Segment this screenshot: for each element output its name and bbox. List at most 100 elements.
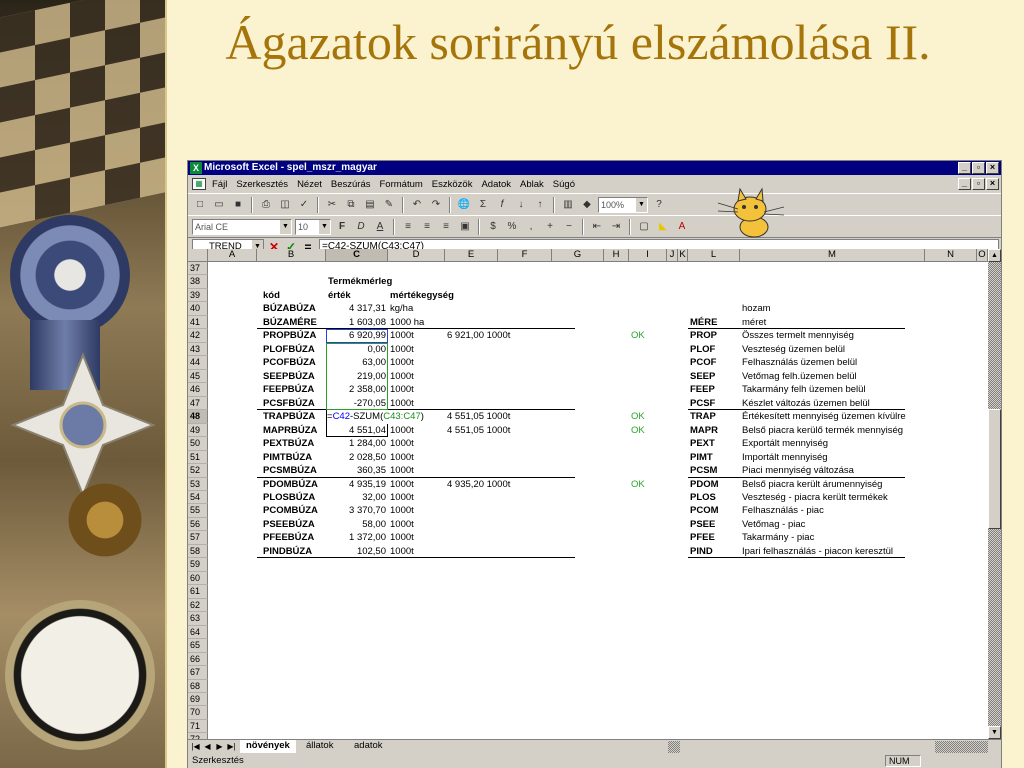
- cell-l42[interactable]: PROP: [690, 329, 738, 342]
- next-sheet-icon[interactable]: ▶: [214, 741, 225, 753]
- cell-d50[interactable]: 1000t: [390, 437, 507, 450]
- first-sheet-icon[interactable]: |◀: [190, 741, 201, 753]
- cell-m47[interactable]: Készlet változás üzemen belül: [742, 397, 987, 410]
- align-center-icon[interactable]: ≡: [419, 219, 435, 235]
- row-header[interactable]: 69: [188, 693, 208, 707]
- row-header[interactable]: 71: [188, 719, 208, 734]
- cell-c54[interactable]: 32,00: [328, 491, 386, 504]
- scroll-thumb[interactable]: [988, 409, 1001, 529]
- chart-icon[interactable]: ▥: [560, 197, 576, 213]
- cell-b54[interactable]: PLOSBÚZA: [263, 491, 328, 504]
- menu-edit[interactable]: Szerkesztés: [236, 179, 288, 190]
- document-icon[interactable]: ▦: [192, 178, 206, 190]
- row-header[interactable]: 65: [188, 639, 208, 653]
- cell-b48[interactable]: TRAPBÚZA: [263, 410, 328, 423]
- cell-l44[interactable]: PCOF: [690, 356, 738, 369]
- cell-m42[interactable]: Összes termelt mennyiség: [742, 329, 987, 342]
- cell-m46[interactable]: Takarmány felh üzemen belül: [742, 383, 987, 396]
- column-header-a[interactable]: A: [208, 249, 257, 262]
- open-icon[interactable]: ▭: [211, 197, 227, 213]
- chevron-down-icon[interactable]: ▼: [280, 219, 291, 234]
- row-header[interactable]: 67: [188, 666, 208, 680]
- cell-d54[interactable]: 1000t: [390, 491, 507, 504]
- cell-m43[interactable]: Veszteség üzemen belül: [742, 343, 987, 356]
- borders-icon[interactable]: ▢: [636, 219, 652, 235]
- cell-b41[interactable]: BÚZAMÉRE: [263, 316, 328, 329]
- cell-b45[interactable]: SEEPBÚZA: [263, 370, 328, 383]
- cell-c56[interactable]: 58,00: [328, 518, 386, 531]
- row-header[interactable]: 40: [188, 302, 208, 316]
- prev-sheet-icon[interactable]: ◀: [202, 741, 213, 753]
- menu-view[interactable]: Nézet: [297, 179, 322, 190]
- autosum-icon[interactable]: Σ: [475, 197, 491, 213]
- format-painter-icon[interactable]: ✎: [381, 197, 397, 213]
- cell-d55[interactable]: 1000t: [390, 504, 507, 517]
- row-header[interactable]: 70: [188, 706, 208, 720]
- cell-b51[interactable]: PIMTBÚZA: [263, 451, 328, 464]
- excel-app-icon[interactable]: X: [190, 162, 202, 174]
- scroll-up-icon[interactable]: ▲: [988, 249, 1001, 262]
- cell-m45[interactable]: Vetőmag felh.üzemen belül: [742, 370, 987, 383]
- row-header[interactable]: 45: [188, 369, 208, 384]
- fill-color-icon[interactable]: ◣: [655, 219, 671, 235]
- cell-m54[interactable]: Veszteség - piacra került termékek: [742, 491, 987, 504]
- redo-icon[interactable]: ↷: [428, 197, 444, 213]
- row-header[interactable]: 52: [188, 464, 208, 478]
- cell-d44[interactable]: 1000t: [390, 356, 507, 369]
- column-header-l[interactable]: L: [688, 249, 740, 262]
- cell-b46[interactable]: FEEPBÚZA: [263, 383, 328, 396]
- column-header-g[interactable]: G: [552, 249, 604, 262]
- row-header[interactable]: 41: [188, 315, 208, 330]
- cell-d51[interactable]: 1000t: [390, 451, 507, 464]
- row-header[interactable]: 39: [188, 288, 208, 303]
- menu-tools[interactable]: Eszközök: [432, 179, 473, 190]
- merge-center-icon[interactable]: ▣: [457, 219, 473, 235]
- zoom-select[interactable]: 100% ▼: [598, 196, 648, 213]
- cell-l50[interactable]: PEXT: [690, 437, 738, 450]
- cell-b42[interactable]: PROPBÚZA: [263, 329, 328, 342]
- row-header[interactable]: 62: [188, 598, 208, 613]
- cell-l54[interactable]: PLOS: [690, 491, 738, 504]
- new-icon[interactable]: □: [192, 197, 208, 213]
- copy-icon[interactable]: ⧉: [343, 197, 359, 213]
- column-header-o[interactable]: O: [977, 249, 988, 262]
- row-header[interactable]: 53: [188, 477, 208, 491]
- cell-b50[interactable]: PEXTBÚZA: [263, 437, 328, 450]
- cell-m40[interactable]: hozam: [742, 302, 987, 315]
- column-header-f[interactable]: F: [498, 249, 552, 262]
- cell-b47[interactable]: PCSFBÚZA: [263, 397, 328, 410]
- decrease-decimal-icon[interactable]: −: [561, 219, 577, 235]
- undo-icon[interactable]: ↶: [409, 197, 425, 213]
- cell-l58[interactable]: PIND: [690, 545, 738, 558]
- menu-help[interactable]: Súgó: [553, 179, 575, 190]
- cell-l51[interactable]: PIMT: [690, 451, 738, 464]
- cell-d46[interactable]: 1000t: [390, 383, 507, 396]
- doc-close-button[interactable]: ×: [986, 178, 999, 190]
- cell-m57[interactable]: Takarmány - piac: [742, 531, 987, 544]
- cell-m53[interactable]: Belső piacra került árumennyiség: [742, 478, 987, 491]
- cell-c38[interactable]: Termékmérleg: [328, 275, 448, 288]
- function-icon[interactable]: f: [494, 197, 510, 213]
- cell-c51[interactable]: 2 028,50: [328, 451, 386, 464]
- cell-m49[interactable]: Belső piacra kerülő termék mennyiség: [742, 424, 987, 437]
- increase-decimal-icon[interactable]: +: [542, 219, 558, 235]
- help-icon[interactable]: ?: [651, 197, 667, 213]
- horizontal-scroll-thumb[interactable]: [680, 741, 935, 753]
- bold-icon[interactable]: F: [334, 219, 350, 235]
- office-assistant-cat-icon[interactable]: [716, 187, 786, 243]
- sheet-tab-novenyek[interactable]: növények: [240, 740, 296, 753]
- cell-b55[interactable]: PCOMBÚZA: [263, 504, 328, 517]
- select-all-corner[interactable]: [188, 249, 208, 262]
- menu-insert[interactable]: Beszúrás: [331, 179, 371, 190]
- cell-b53[interactable]: PDOMBÚZA: [263, 478, 328, 491]
- cell-l49[interactable]: MAPR: [690, 424, 738, 437]
- row-header[interactable]: 51: [188, 450, 208, 465]
- cell-b39[interactable]: kód: [263, 289, 328, 302]
- column-header-i[interactable]: I: [629, 249, 667, 262]
- paste-icon[interactable]: ▤: [362, 197, 378, 213]
- cell-d56[interactable]: 1000t: [390, 518, 507, 531]
- cell-l45[interactable]: SEEP: [690, 370, 738, 383]
- restore-button[interactable]: ▫: [972, 162, 985, 174]
- cell-c57[interactable]: 1 372,00: [328, 531, 386, 544]
- cell-b44[interactable]: PCOFBÚZA: [263, 356, 328, 369]
